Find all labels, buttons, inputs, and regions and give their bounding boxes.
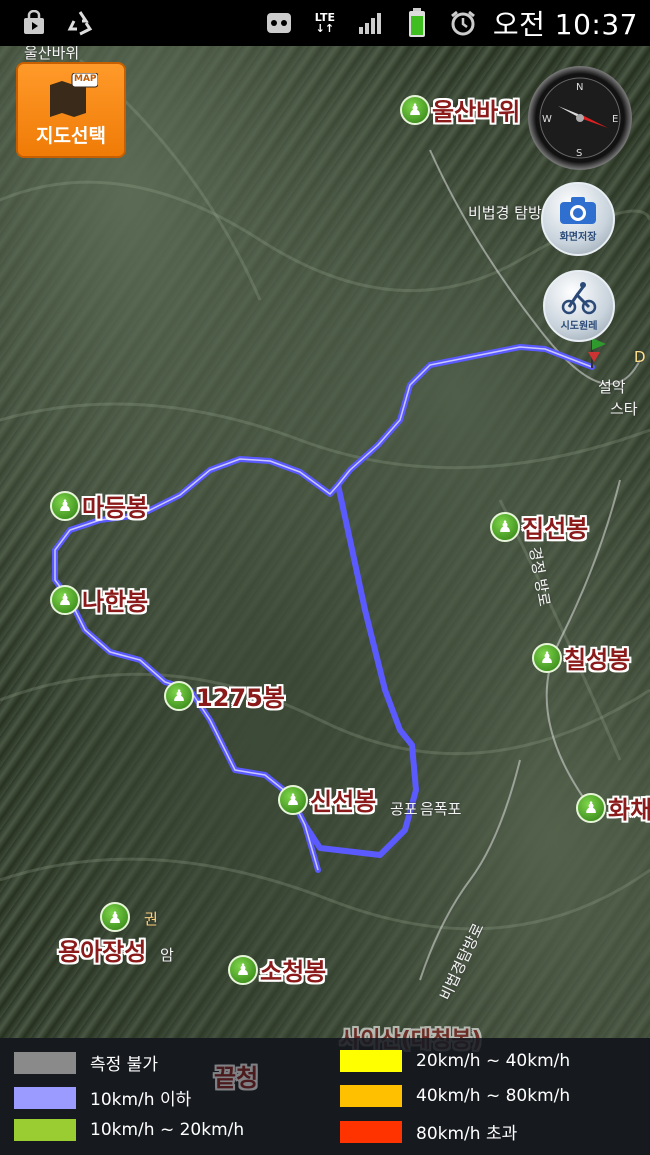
svg-text:W: W xyxy=(542,114,552,125)
camera-icon xyxy=(560,196,596,224)
status-bar: LTE ↓↑ 오전 10:37 xyxy=(0,0,650,46)
map-select-button[interactable]: MAP 지도선택 xyxy=(16,62,126,158)
map-label-gwon: 권 xyxy=(144,910,158,928)
legend-swatch xyxy=(340,1050,402,1072)
map-label-sta: 스타 xyxy=(610,400,638,418)
legend-item-unmeasured: 측정 불가 xyxy=(14,1050,158,1075)
map-label-eumpokpo: 음폭포 xyxy=(420,800,462,818)
legend-swatch xyxy=(14,1119,76,1141)
hiker-icon: ♟ xyxy=(278,784,308,815)
hiker-icon: ♟ xyxy=(490,511,520,542)
map-select-label: 지도선택 xyxy=(36,125,106,147)
legend-swatch xyxy=(340,1120,402,1143)
poi-yongajangseong[interactable]: 용아장성 xyxy=(58,932,146,967)
legend-swatch xyxy=(340,1085,402,1107)
hiker-icon: ♟ xyxy=(532,642,562,673)
hiker-icon: ♟ xyxy=(100,902,130,932)
legend-item-20-40: 20km/h ~ 40km/h xyxy=(340,1050,570,1072)
poi-nahanbong[interactable]: ♟ 나한봉 xyxy=(50,582,148,617)
shopping-bag-icon xyxy=(18,7,50,39)
svg-text:E: E xyxy=(612,114,618,125)
legend-item-over-80: 80km/h 초과 xyxy=(340,1119,517,1144)
hiker-icon: ♟ xyxy=(228,954,258,985)
folded-map-icon: MAP xyxy=(44,72,99,117)
screenshot-button[interactable]: 화면저장 xyxy=(541,182,615,256)
legend-item-under-10: 10km/h 이하 xyxy=(14,1085,191,1110)
battery-icon xyxy=(401,7,433,39)
poi-ulsanbawi[interactable]: ♟ 울산바위 xyxy=(400,92,520,127)
legend-swatch xyxy=(14,1086,76,1109)
map-label-am: 암 xyxy=(160,946,174,964)
hiker-icon: ♟ xyxy=(50,584,80,615)
map-label-seonpo: 공포 xyxy=(390,800,418,818)
poi-madeungbong[interactable]: ♟ 마등봉 xyxy=(50,488,148,523)
map-label-d: D xyxy=(634,348,646,366)
signal-icon xyxy=(355,7,387,39)
legend-item-10-20: 10km/h ~ 20km/h xyxy=(14,1119,244,1141)
map-label-trail: 비법경 탐방 xyxy=(468,204,542,222)
map-badge: MAP xyxy=(74,74,97,84)
poi-jipseonbong[interactable]: ♟ 집선봉 xyxy=(490,509,588,544)
poi-sinseonbong[interactable]: ♟ 신선봉 xyxy=(278,782,376,817)
map-label-top: 울산바위 xyxy=(24,46,80,62)
poi-hwachae[interactable]: ♟ 화채 xyxy=(576,790,650,825)
svg-text:S: S xyxy=(576,148,582,159)
map-label-seorak: 설악 xyxy=(598,378,626,396)
speed-legend: 측정 불가 10km/h 이하 10km/h ~ 20km/h 20km/h ~… xyxy=(0,1038,650,1155)
voicemail-icon xyxy=(263,7,295,39)
poi-1275[interactable]: ♟ 1275봉 xyxy=(164,678,285,713)
hiker-icon: ♟ xyxy=(576,792,606,823)
compass[interactable]: N S W E xyxy=(528,66,632,170)
poi-hiker-yonga[interactable]: ♟ xyxy=(100,902,132,932)
legend-swatch xyxy=(14,1051,76,1074)
legend-item-40-80: 40km/h ~ 80km/h xyxy=(340,1085,570,1107)
hiker-icon: ♟ xyxy=(164,680,194,711)
alarm-icon xyxy=(447,7,479,39)
poi-socheongbong[interactable]: ♟ 소청봉 xyxy=(228,952,326,987)
challenge-button[interactable]: 시도원레 xyxy=(543,270,615,342)
poi-kkeutcheong: 끝청 xyxy=(214,1064,259,1092)
hiker-icon: ♟ xyxy=(400,94,430,125)
lte-indicator: LTE ↓↑ xyxy=(314,11,335,35)
clock: 오전 10:37 xyxy=(492,8,638,41)
recycle-icon xyxy=(64,7,96,39)
cyclist-icon xyxy=(561,281,597,314)
hiker-icon: ♟ xyxy=(50,490,80,521)
svg-text:N: N xyxy=(576,82,583,93)
poi-chilseongbong[interactable]: ♟ 칠성봉 xyxy=(532,640,630,675)
